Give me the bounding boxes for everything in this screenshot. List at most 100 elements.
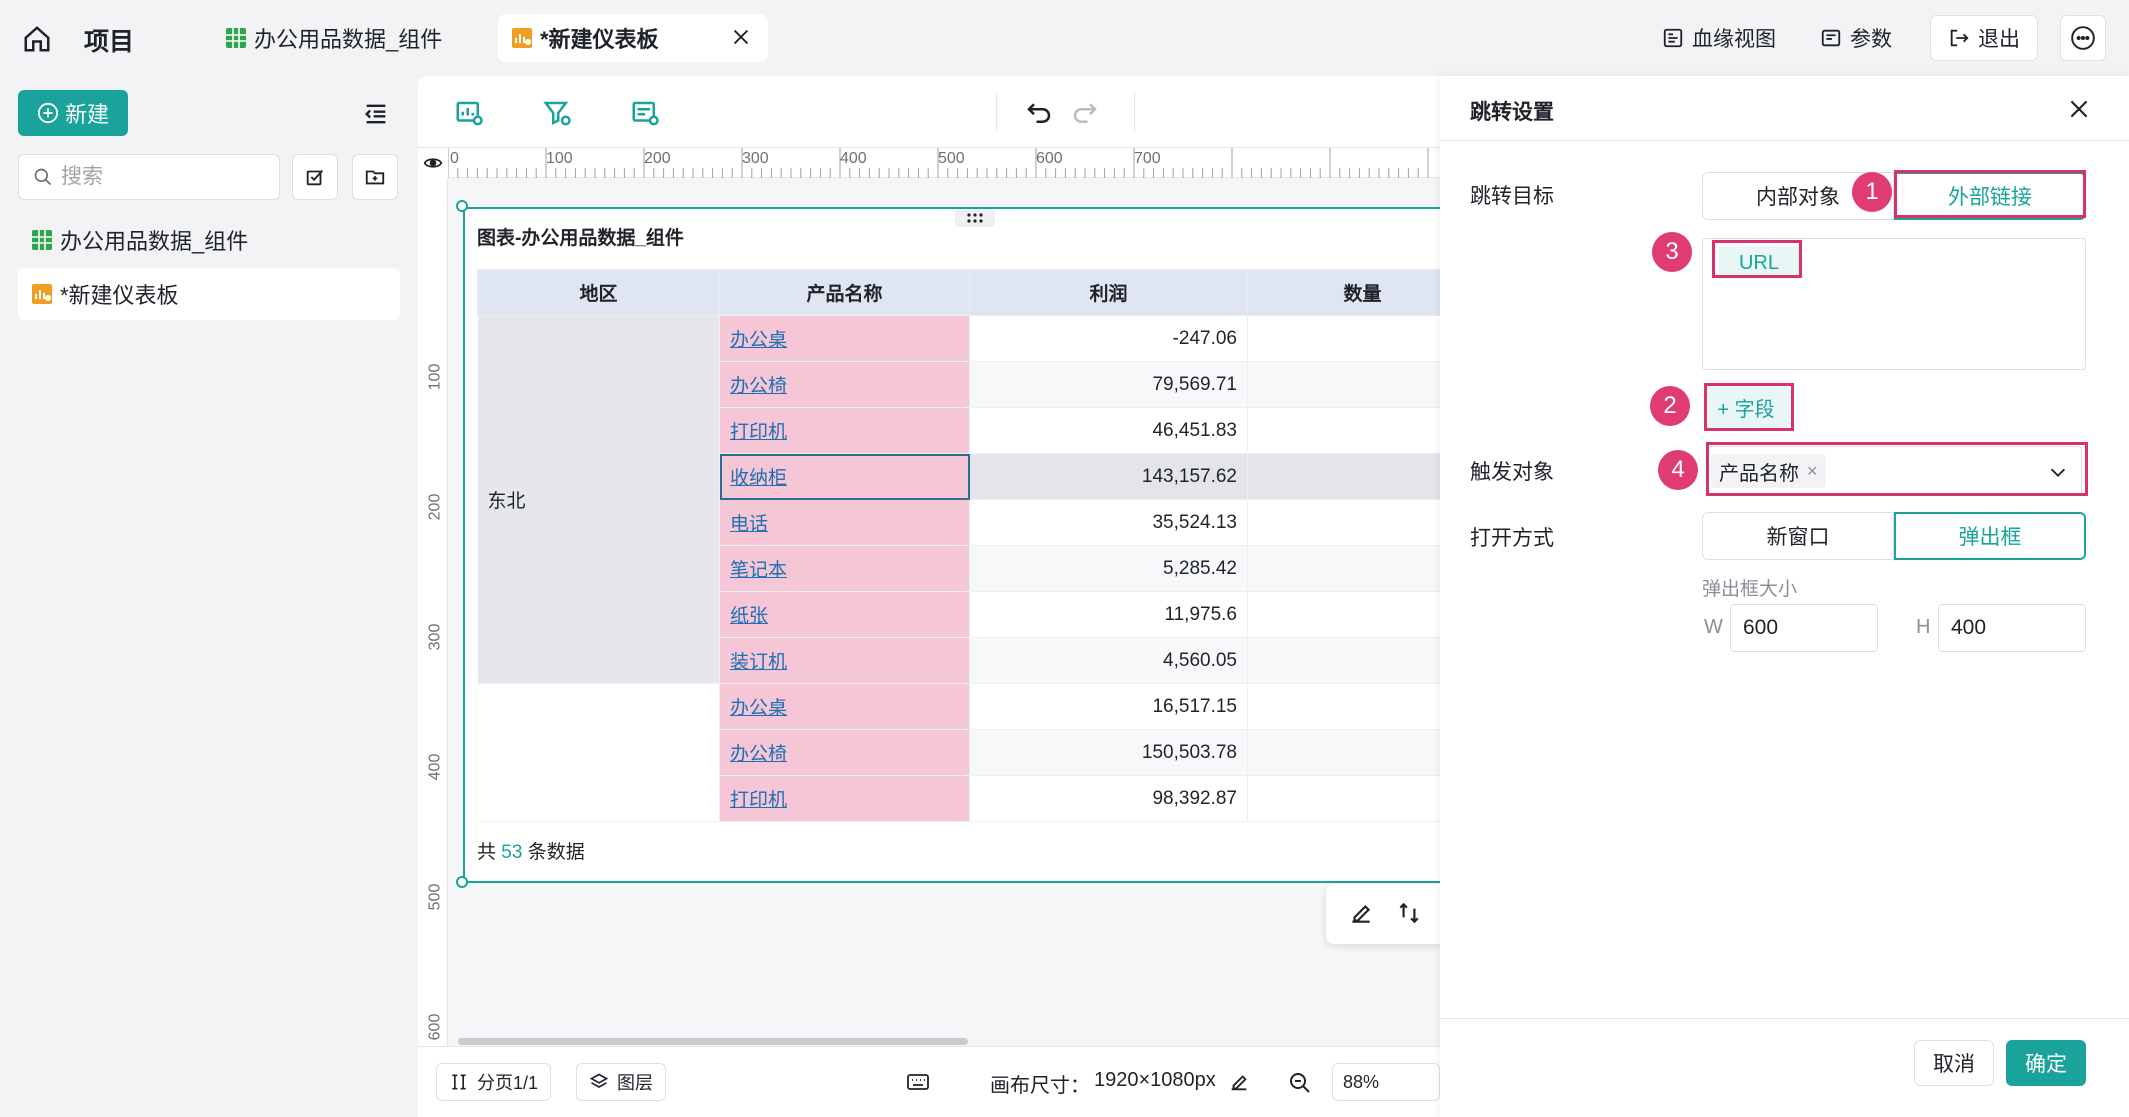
zoom-value: 88% <box>1343 1071 1380 1092</box>
add-filter-icon[interactable] <box>542 98 572 128</box>
column-header[interactable]: 利润 <box>969 269 1248 316</box>
home-icon[interactable] <box>22 24 52 54</box>
add-chart-icon[interactable] <box>454 98 484 128</box>
qty-cell <box>1247 453 1440 500</box>
product-cell[interactable]: 纸张 <box>719 591 970 638</box>
pagination-button[interactable]: 分页1/1 <box>436 1063 552 1101</box>
params-label: 参数 <box>1850 28 1892 51</box>
exit-button[interactable]: 退出 <box>1930 15 2038 61</box>
redo-icon[interactable] <box>1070 98 1100 128</box>
row-count-value: 53 <box>501 842 523 863</box>
width-input[interactable] <box>1730 604 1878 652</box>
table-row: 办公桌 16,517.15 <box>477 683 1440 822</box>
open-new-window-option[interactable]: 新窗口 <box>1702 512 1894 560</box>
new-button[interactable]: 新建 <box>18 90 128 136</box>
sidebar: 新建 办公用品数据_组件 *新建仪表板 <box>0 76 410 1117</box>
more-button[interactable] <box>2060 15 2106 61</box>
product-cell[interactable]: 收纳柜 <box>719 453 970 500</box>
product-cell[interactable]: 办公椅 <box>719 729 970 776</box>
product-link[interactable]: 纸张 <box>730 606 768 627</box>
tree-item-data-component[interactable]: 办公用品数据_组件 <box>18 214 400 266</box>
zoom-select[interactable]: 88% <box>1332 1063 1440 1101</box>
tag-close-icon[interactable]: × <box>1807 461 1818 482</box>
height-input[interactable] <box>1938 604 2086 652</box>
widget-title: 图表-办公用品数据_组件 <box>477 228 684 249</box>
tab-new-dashboard[interactable]: *新建仪表板 <box>498 14 768 62</box>
add-component-icon[interactable] <box>630 98 660 128</box>
product-link[interactable]: 打印机 <box>730 790 787 811</box>
zoom-out-icon[interactable] <box>1288 1071 1312 1095</box>
drag-handle[interactable] <box>955 209 995 227</box>
profit-cell: 79,569.71 <box>969 361 1248 408</box>
edit-icon[interactable] <box>1348 900 1374 926</box>
open-popup-option[interactable]: 弹出框 <box>1894 512 2086 560</box>
dashboard-icon <box>512 28 532 48</box>
panel-title: 跳转设置 <box>1470 101 1554 124</box>
column-header[interactable]: 产品名称 <box>719 269 970 316</box>
edit-size-icon[interactable] <box>1228 1071 1250 1093</box>
trigger-select[interactable]: 产品名称 × <box>1706 446 2082 496</box>
product-cell[interactable]: 电话 <box>719 499 970 546</box>
product-link[interactable]: 打印机 <box>730 422 787 443</box>
product-link[interactable]: 办公椅 <box>730 744 787 765</box>
keyboard-icon[interactable] <box>906 1071 930 1093</box>
search-input[interactable] <box>61 165 261 189</box>
collapse-sidebar-icon[interactable] <box>362 100 390 128</box>
ruler-label: 600 <box>1036 150 1063 167</box>
qty-cell <box>1247 361 1440 408</box>
scrollbar-thumb[interactable] <box>458 1038 968 1045</box>
batch-select-button[interactable] <box>292 154 338 200</box>
jump-settings-panel: 跳转设置 跳转目标 内部对象 外部链接 URL + 字段 触发对象 产品名称 ×… <box>1440 76 2129 1117</box>
panel-footer-divider <box>1440 1018 2129 1019</box>
table-header-row: 地区 产品名称 利润 数量 <box>477 269 1440 316</box>
confirm-button[interactable]: 确定 <box>2006 1040 2086 1086</box>
product-cell[interactable]: 装订机 <box>719 637 970 684</box>
eye-icon[interactable] <box>423 153 443 173</box>
add-field-button[interactable]: + 字段 <box>1703 386 1789 428</box>
resize-handle[interactable] <box>456 200 468 212</box>
resize-handle[interactable] <box>456 876 468 888</box>
product-link[interactable]: 电话 <box>730 514 768 535</box>
params-button[interactable]: 参数 <box>1820 20 1892 56</box>
target-external-option[interactable]: 外部链接 <box>1894 172 2086 220</box>
exit-icon <box>1950 29 1969 47</box>
layer-button[interactable]: 图层 <box>576 1063 666 1101</box>
horizontal-scrollbar[interactable] <box>448 1036 1440 1046</box>
tab-label: 办公用品数据_组件 <box>254 27 443 52</box>
swap-icon[interactable] <box>1396 900 1422 926</box>
more-icon <box>2071 26 2095 50</box>
product-cell[interactable]: 打印机 <box>719 407 970 454</box>
product-link[interactable]: 装订机 <box>730 652 787 673</box>
new-folder-button[interactable] <box>352 154 398 200</box>
qty-cell <box>1247 775 1440 822</box>
product-cell[interactable]: 办公桌 <box>719 683 970 730</box>
undo-icon[interactable] <box>1024 98 1054 128</box>
product-link[interactable]: 办公椅 <box>730 376 787 397</box>
product-link[interactable]: 办公桌 <box>730 330 787 351</box>
product-link[interactable]: 笔记本 <box>730 560 787 581</box>
product-cell[interactable]: 笔记本 <box>719 545 970 592</box>
column-header[interactable]: 地区 <box>477 269 720 316</box>
tree-item-new-dashboard[interactable]: *新建仪表板 <box>18 268 400 320</box>
toolbar-divider <box>996 92 997 132</box>
column-header[interactable]: 数量 <box>1247 269 1440 316</box>
close-icon[interactable] <box>2066 96 2092 122</box>
lineage-view-button[interactable]: 血缘视图 <box>1662 20 1776 56</box>
profit-cell: 98,392.87 <box>969 775 1248 822</box>
product-cell[interactable]: 办公桌 <box>719 315 970 362</box>
url-input-area[interactable]: URL <box>1702 238 2086 370</box>
table-widget[interactable]: 图表-办公用品数据_组件 地区 产品名称 利润 数量 东北 办公桌 -247.0… <box>463 207 1440 883</box>
open-mode-label: 打开方式 <box>1470 527 1554 550</box>
product-cell[interactable]: 打印机 <box>719 775 970 822</box>
qty-cell <box>1247 407 1440 454</box>
cancel-button[interactable]: 取消 <box>1914 1040 1994 1086</box>
product-cell[interactable]: 办公椅 <box>719 361 970 408</box>
product-link[interactable]: 收纳柜 <box>730 468 787 489</box>
close-icon[interactable] <box>730 26 752 48</box>
project-title: 项目 <box>84 28 135 56</box>
ruler-label: 0 <box>450 150 459 167</box>
product-link[interactable]: 办公桌 <box>730 698 787 719</box>
ruler-corner <box>418 148 448 178</box>
url-token[interactable]: URL <box>1719 247 1799 279</box>
tab-data-component[interactable]: 办公用品数据_组件 <box>224 14 484 62</box>
